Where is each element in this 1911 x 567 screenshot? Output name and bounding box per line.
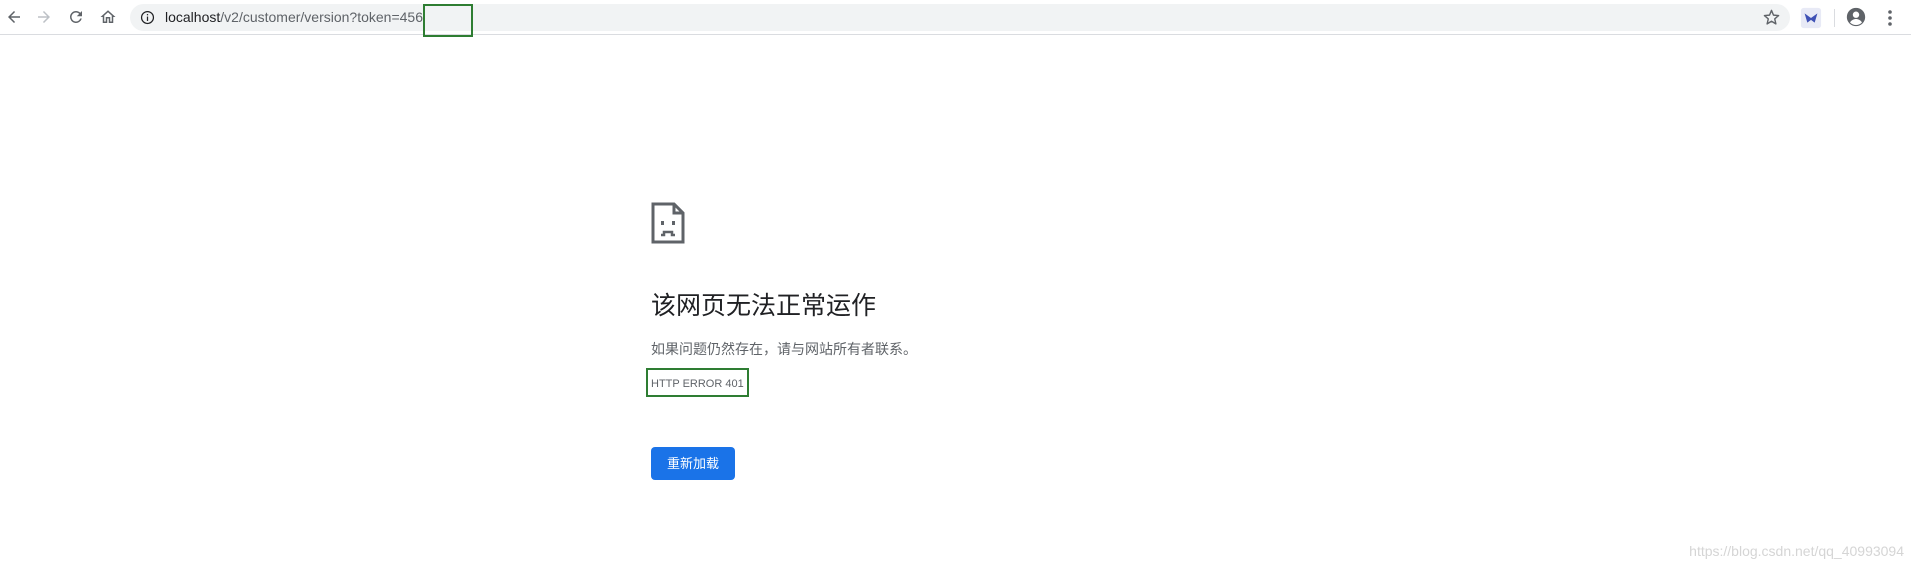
home-button[interactable] (96, 5, 120, 29)
toolbar-divider (1834, 9, 1835, 27)
forward-button[interactable] (32, 5, 56, 29)
reload-icon (69, 10, 82, 23)
reload-nav-button[interactable] (64, 5, 88, 29)
reload-page-button[interactable]: 重新加载 (651, 447, 735, 480)
home-icon (100, 10, 116, 23)
error-description: 如果问题仍然存在，请与网站所有者联系。 (651, 341, 917, 357)
forward-arrow-icon (38, 11, 50, 23)
info-icon[interactable] (140, 10, 155, 25)
url-token-value: 456 (399, 9, 423, 25)
error-code-highlight-box (646, 368, 749, 397)
back-button[interactable] (2, 5, 26, 29)
url-text[interactable]: localhost/v2/customer/version?token=456 (165, 9, 423, 26)
browser-toolbar: localhost/v2/customer/version?token=456 (0, 0, 1911, 37)
url-host: localhost (165, 9, 221, 25)
account-circle-icon[interactable] (1845, 6, 1867, 28)
sad-page-icon (651, 202, 685, 244)
extension-icon[interactable] (1800, 7, 1822, 29)
watermark: https://blog.csdn.net/qq_40993094 (1689, 543, 1904, 559)
more-vertical-icon[interactable] (1880, 7, 1900, 29)
url-token-highlight-box (423, 4, 473, 37)
url-path: /v2/customer/version?token= (220, 9, 400, 25)
star-icon[interactable] (1763, 9, 1780, 26)
back-arrow-icon (8, 11, 20, 23)
address-bar[interactable]: localhost/v2/customer/version?token=456 (130, 4, 1790, 31)
error-title: 该网页无法正常运作 (651, 292, 877, 320)
